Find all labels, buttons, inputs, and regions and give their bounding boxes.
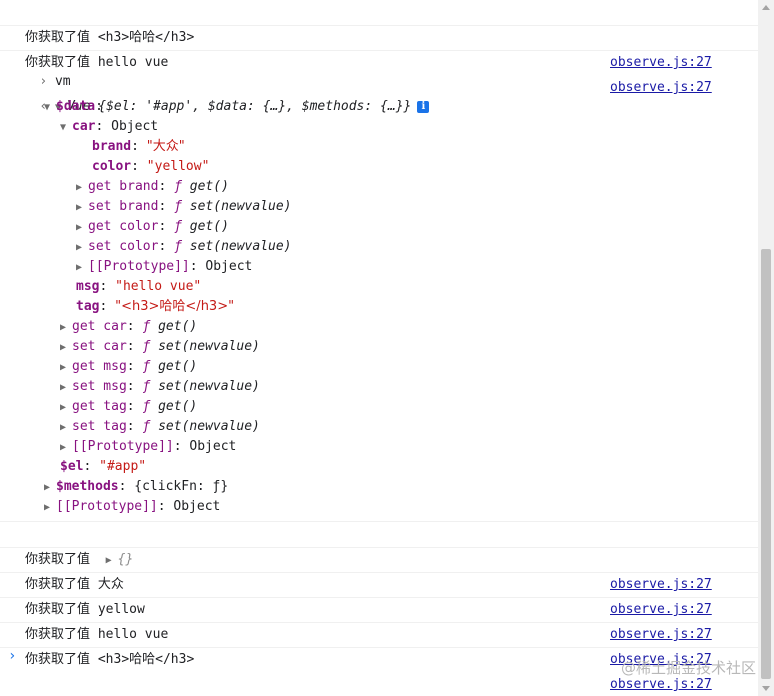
scroll-down-icon[interactable] — [762, 686, 770, 691]
scroll-up-icon[interactable] — [762, 5, 770, 10]
log-row: 你获取了值 ▶{} observe.js:27 — [0, 521, 758, 592]
accessor-item[interactable]: ▶ set msg: ƒ set(newvalue) — [60, 377, 260, 397]
collapsed-triangle-icon[interactable]: ▶ — [60, 358, 72, 378]
prototype-node[interactable]: ▶ [[Prototype]]: Object — [44, 497, 220, 517]
accessor-item[interactable]: ▶ get brand: ƒ get() — [76, 177, 229, 197]
expanded-triangle-icon[interactable]: ▼ — [44, 98, 56, 118]
car-node[interactable]: ▼ car: Object — [60, 117, 158, 137]
devtools-console: 你获取了值 <h3>哈哈</h3> observe.js:27 你获取了值 he… — [0, 0, 758, 696]
data-node[interactable]: ▼ $data: — [44, 97, 103, 117]
watermark: @稀土掘金技术社区 — [620, 659, 756, 677]
result-line[interactable]: ‹ ▼ Vue {$el: '#app', $data: {…}, $method… — [8, 77, 430, 114]
log-row: 你获取了值 hello vue observe.js:27 — [0, 25, 758, 95]
collapsed-triangle-icon[interactable]: ▶ — [60, 438, 72, 458]
accessor-item[interactable]: ▶ get color: ƒ get() — [76, 217, 229, 237]
prototype-node[interactable]: ▶ [[Prototype]]: Object — [60, 437, 236, 457]
log-row: 你获取了值 <h3>哈哈</h3> observe.js:27 — [0, 0, 758, 70]
el-property: $el: "#app" — [60, 459, 147, 474]
expanded-triangle-icon[interactable]: ▼ — [60, 118, 72, 138]
log-row: 你获取了值 yellow observe.js:27 — [0, 572, 758, 642]
collapsed-triangle-icon[interactable]: ▶ — [44, 498, 56, 518]
collapsed-triangle-icon[interactable]: ▶ — [76, 178, 88, 198]
methods-node[interactable]: ▶ $methods: {clickFn: ƒ} — [44, 477, 228, 497]
input-line: › vm — [8, 52, 70, 89]
vm-preview: {$el: '#app', $data: {…}, $methods: {…}} — [98, 99, 412, 114]
info-icon[interactable]: i — [417, 100, 430, 113]
log-value: hello vue — [97, 55, 169, 70]
prototype-node[interactable]: ▶ [[Prototype]]: Object — [76, 257, 252, 277]
accessor-item[interactable]: ▶ get msg: ƒ get() — [60, 357, 197, 377]
accessor-item[interactable]: ▶ set car: ƒ set(newvalue) — [60, 337, 260, 357]
collapsed-triangle-icon[interactable]: ▶ — [76, 198, 88, 218]
log-label: 你获取了值 — [25, 652, 91, 667]
collapsed-triangle-icon[interactable]: ▶ — [60, 418, 72, 438]
color-property: color: "yellow" — [92, 159, 210, 174]
collapsed-triangle-icon[interactable]: ▶ — [76, 258, 88, 278]
msg-property: msg: "hello vue" — [76, 279, 202, 294]
accessor-item[interactable]: ▶ set color: ƒ set(newvalue) — [76, 237, 292, 257]
collapsed-triangle-icon[interactable]: ▶ — [76, 218, 88, 238]
accessor-item[interactable]: ▶ set tag: ƒ set(newvalue) — [60, 417, 260, 437]
collapsed-triangle-icon[interactable]: ▶ — [60, 398, 72, 418]
log-row: 你获取了值 hello vue observe.js:27 — [0, 597, 758, 667]
collapsed-triangle-icon[interactable]: ▶ — [60, 378, 72, 398]
source-link[interactable]: observe.js:27 — [610, 75, 712, 100]
console-prompt-icon[interactable]: › — [8, 648, 16, 664]
accessor-item[interactable]: ▶ get tag: ƒ get() — [60, 397, 197, 417]
tag-property: tag: "<h3>哈哈</h3>" — [76, 299, 235, 314]
collapsed-triangle-icon[interactable]: ▶ — [76, 238, 88, 258]
collapsed-triangle-icon[interactable]: ▶ — [44, 478, 56, 498]
log-row: 你获取了值 <h3>哈哈</h3> observe.js:27 — [0, 622, 758, 692]
accessor-item[interactable]: ▶ set brand: ƒ set(newvalue) — [76, 197, 292, 217]
vertical-scrollbar[interactable] — [758, 0, 774, 696]
scrollbar-thumb[interactable] — [761, 249, 771, 679]
collapsed-triangle-icon[interactable]: ▶ — [60, 338, 72, 358]
brand-property: brand: "大众" — [92, 139, 185, 154]
collapsed-triangle-icon[interactable]: ▶ — [60, 318, 72, 338]
accessor-item[interactable]: ▶ get car: ƒ get() — [60, 317, 197, 337]
source-link[interactable]: observe.js:27 — [610, 50, 712, 75]
log-value: <h3>哈哈</h3> — [97, 652, 195, 667]
log-row: 你获取了值 大众 observe.js:27 — [0, 547, 758, 617]
